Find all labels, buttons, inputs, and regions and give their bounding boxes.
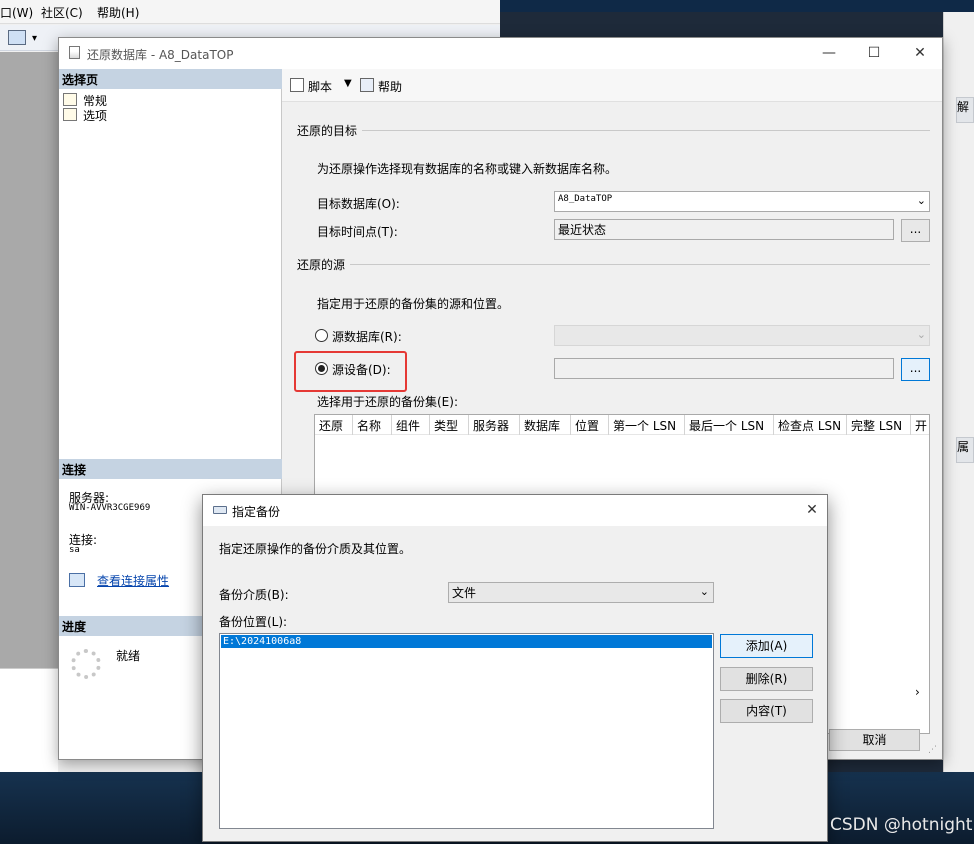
column-header[interactable]: 第一个 LSN — [609, 415, 685, 435]
list-item[interactable]: E:\20241006a8 — [221, 635, 712, 648]
script-button[interactable]: 脚本 — [308, 78, 332, 95]
solution-explorer-tab[interactable]: 解 — [956, 97, 974, 123]
source-device-field[interactable] — [554, 358, 894, 379]
menu-help[interactable]: 帮助(H) — [97, 4, 139, 21]
column-header[interactable]: 最后一个 LSN — [685, 415, 774, 435]
properties-tab[interactable]: 属 — [956, 437, 974, 463]
source-database-radio[interactable]: 源数据库(R): — [315, 327, 465, 345]
menu-window[interactable]: 口(W) — [0, 4, 33, 21]
column-header[interactable]: 服务器 — [469, 415, 520, 435]
tab-label: 属 — [957, 440, 970, 454]
backup-location-label: 备份位置(L): — [219, 615, 288, 629]
help-button[interactable]: 帮助 — [378, 78, 402, 95]
remove-button[interactable]: 删除(R) — [720, 667, 813, 691]
target-time-field[interactable]: 最近状态 — [554, 219, 894, 240]
progress-spinner-icon — [71, 649, 101, 679]
column-header[interactable]: 组件 — [392, 415, 430, 435]
add-button[interactable]: 添加(A) — [720, 634, 813, 658]
specify-description: 指定还原操作的备份介质及其位置。 — [219, 542, 412, 556]
column-header[interactable]: 类型 — [430, 415, 469, 435]
close-icon[interactable]: ✕ — [910, 44, 930, 62]
close-icon[interactable]: ✕ — [802, 501, 822, 519]
group-divider — [350, 264, 930, 265]
dialog-toolbar: 脚本 ▼ 帮助 — [282, 69, 942, 102]
target-db-label: 目标数据库(O): — [317, 197, 400, 211]
backup-sets-label: 选择用于还原的备份集(E): — [317, 395, 458, 409]
view-connection-properties-link[interactable]: 查看连接属性 — [97, 572, 169, 589]
backup-device-icon — [213, 506, 227, 514]
toolbar-dropdown-icon[interactable]: ▾ — [32, 33, 37, 44]
menu-bar: 口(W) 社区(C) 帮助(H) — [0, 0, 500, 24]
source-device-browse-button[interactable]: ... — [901, 358, 930, 381]
page-icon — [63, 108, 77, 121]
connection-value: sa — [69, 545, 80, 555]
chevron-down-icon: ⌄ — [916, 194, 926, 207]
highlight-box — [294, 351, 407, 392]
column-header[interactable]: 完整 LSN — [847, 415, 911, 435]
dialog-title: 指定备份 — [232, 505, 281, 519]
page-item-general[interactable]: 常规 — [63, 92, 263, 108]
connection-header: 连接 — [59, 459, 282, 479]
cancel-button[interactable]: 取消 — [829, 729, 920, 751]
watermark: CSDN @hotnight — [830, 815, 973, 835]
dialog-title: 还原数据库 - A8_DataTOP — [87, 48, 234, 62]
target-description: 为还原操作选择现有数据库的名称或键入新数据库名称。 — [317, 162, 618, 176]
ssms-right-panel — [943, 12, 974, 772]
chevron-down-icon: ⌄ — [699, 585, 709, 598]
specify-backup-dialog: 指定备份 ✕ 指定还原操作的备份介质及其位置。 备份介质(B): 文件 ⌄ 备份… — [202, 494, 828, 842]
title-bar: 指定备份 ✕ — [203, 495, 827, 526]
desktop-background — [500, 0, 974, 12]
source-group-label: 还原的源 — [297, 258, 346, 272]
object-explorer-pane — [0, 52, 58, 668]
maximize-icon[interactable]: ☐ — [864, 44, 884, 62]
group-divider — [362, 130, 930, 131]
scroll-right-icon[interactable]: › — [915, 685, 920, 699]
menu-community[interactable]: 社区(C) — [41, 4, 83, 21]
script-dropdown-icon[interactable]: ▼ — [344, 78, 352, 89]
grid-header-row: 还原 名称 组件 类型 服务器 数据库 位置 第一个 LSN 最后一个 LSN … — [315, 415, 929, 435]
source-description: 指定用于还原的备份集的源和位置。 — [317, 297, 510, 311]
toolbar-image-icon[interactable] — [8, 30, 26, 45]
source-database-select[interactable]: ⌄ — [554, 325, 930, 346]
column-header[interactable]: 位置 — [571, 415, 609, 435]
radio-label: 源数据库(R): — [332, 330, 402, 344]
page-icon — [63, 93, 77, 106]
column-header[interactable]: 检查点 LSN — [774, 415, 847, 435]
resize-grip-icon[interactable]: ⋰ — [928, 745, 937, 755]
column-header[interactable]: 名称 — [353, 415, 392, 435]
radio-circle — [315, 329, 328, 342]
select-value: 文件 — [452, 586, 477, 600]
column-header[interactable]: 还原 — [315, 415, 353, 435]
output-pane — [0, 668, 58, 772]
chevron-down-icon: ⌄ — [916, 328, 926, 341]
column-header[interactable]: 开 — [911, 415, 929, 435]
script-icon[interactable] — [290, 78, 304, 92]
backup-media-select[interactable]: 文件 ⌄ — [448, 582, 714, 603]
help-icon[interactable] — [360, 78, 374, 92]
page-label: 选项 — [83, 109, 108, 123]
database-icon — [69, 46, 80, 59]
page-item-options[interactable]: 选项 — [63, 107, 263, 123]
target-db-select[interactable]: A8_DataTOP ⌄ — [554, 191, 930, 212]
tab-label: 解 — [957, 100, 970, 114]
title-bar: 还原数据库 - A8_DataTOP — ☐ ✕ — [59, 38, 942, 69]
target-time-browse-button[interactable]: ... — [901, 219, 930, 242]
progress-status: 就绪 — [116, 649, 141, 663]
server-value: WIN-AVVR3CGE969 — [69, 503, 151, 513]
contents-button[interactable]: 内容(T) — [720, 699, 813, 723]
backup-media-label: 备份介质(B): — [219, 588, 289, 602]
column-header[interactable]: 数据库 — [520, 415, 571, 435]
select-page-header: 选择页 — [59, 69, 282, 89]
target-group-label: 还原的目标 — [297, 124, 358, 138]
backup-location-list[interactable]: E:\20241006a8 — [219, 633, 714, 829]
connection-properties-icon — [69, 573, 85, 587]
target-time-label: 目标时间点(T): — [317, 225, 398, 239]
minimize-icon[interactable]: — — [819, 44, 839, 62]
select-value: A8_DataTOP — [558, 194, 613, 204]
